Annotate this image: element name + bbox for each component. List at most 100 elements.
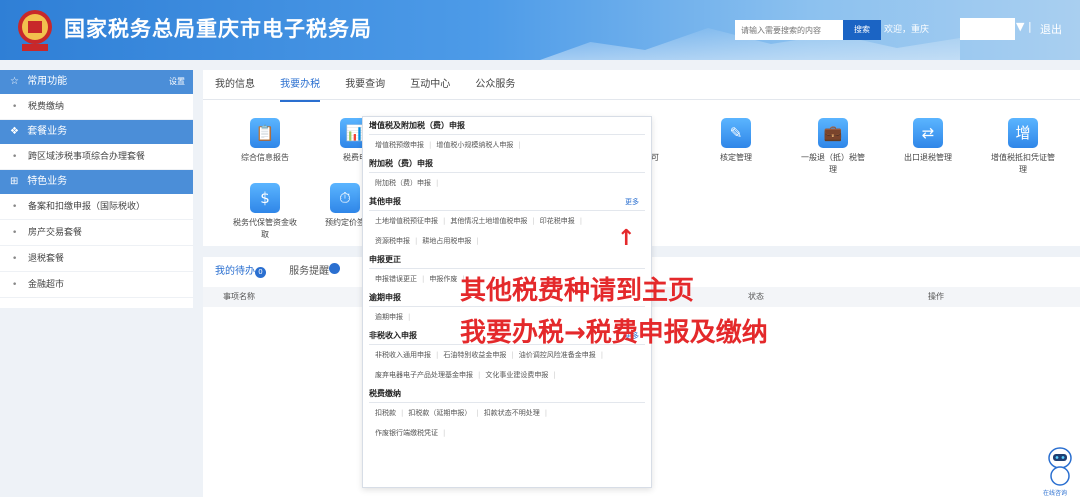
- sidebar-item-property[interactable]: • 房产交易套餐: [0, 220, 193, 246]
- menu-item[interactable]: 申报错误更正: [375, 275, 417, 283]
- online-consult-label[interactable]: 在线咨询: [1043, 488, 1067, 497]
- annotation-line-1: 其他税费种请到主页: [460, 276, 695, 306]
- menu-separator: |: [478, 371, 481, 379]
- menu-item[interactable]: 非税收入通用申报: [375, 351, 431, 359]
- menu-item[interactable]: 印花税申报: [540, 217, 575, 225]
- service-assessment[interactable]: ✎ 核定管理: [701, 118, 771, 164]
- clock-icon: ⏱: [330, 183, 360, 213]
- menu-item[interactable]: 土地增值税预征申报: [375, 217, 438, 225]
- menu-item[interactable]: 文化事业建设费申报: [485, 371, 548, 379]
- sidebar-common-title: 常用功能: [27, 76, 68, 87]
- menu-separator: |: [443, 217, 446, 225]
- menu-separator: |: [408, 313, 411, 321]
- tab-do-tax[interactable]: 我要办税: [280, 70, 321, 102]
- sidebar-item-cross-region[interactable]: • 跨区域涉税事项综合办理套餐: [0, 144, 193, 170]
- logout-link[interactable]: 退出: [1040, 21, 1062, 37]
- todo-count-badge: 0: [255, 267, 266, 278]
- exchange-icon: ⇄: [913, 118, 943, 148]
- menu-item[interactable]: 扣税款: [375, 409, 396, 417]
- sidebar-common-header[interactable]: ☆ 常用功能 设置: [0, 70, 193, 94]
- sidebar-item-label: 税费缴纳: [28, 102, 65, 112]
- search-button[interactable]: 搜索: [843, 20, 881, 40]
- menu-item[interactable]: 其他情况土地增值税申报: [450, 217, 527, 225]
- menu-item[interactable]: 石油特别收益金申报: [443, 351, 506, 359]
- menu-group-title: 税费缴纳: [369, 385, 645, 403]
- tab-my-todo[interactable]: 我的待办 0: [215, 257, 266, 289]
- user-dropdown-toggle[interactable]: ▼ |: [1016, 20, 1032, 33]
- annotation-line-2: 我要办税→税费申报及缴纳: [460, 318, 768, 348]
- sidebar-special-title: 特色业务: [27, 176, 68, 187]
- menu-separator: |: [436, 179, 439, 187]
- sidebar-item-tax-payment[interactable]: • 税费缴纳: [0, 94, 193, 120]
- service-label: 一般退（抵）税管理: [801, 153, 865, 174]
- sidebar-item-label: 金融超市: [28, 280, 65, 290]
- menu-item[interactable]: 逾期申报: [375, 313, 403, 321]
- menu-item[interactable]: 增值税小规模纳税人申报: [436, 141, 513, 149]
- service-label: 核定管理: [720, 153, 752, 162]
- menu-separator: |: [544, 409, 548, 417]
- service-custody-funds[interactable]: $ 税务代保管资金收取: [230, 183, 300, 241]
- sidebar-item-finance[interactable]: • 金融超市: [0, 272, 193, 298]
- menu-item[interactable]: 增值税预缴申报: [375, 141, 424, 149]
- sidebar-item-intl-tax[interactable]: • 备案和扣缴申报（国际税收）: [0, 194, 193, 220]
- bullet-icon: •: [12, 152, 18, 162]
- menu-row: 资源税申报 | 耕地占用税申报 |: [369, 231, 645, 251]
- menu-separator: |: [600, 351, 604, 359]
- service-vat-voucher[interactable]: 增 增值税抵扣凭证管理: [988, 118, 1058, 176]
- service-info-report[interactable]: 📋 综合信息报告: [230, 118, 300, 164]
- menu-item[interactable]: 扣税款（延期申报）: [408, 409, 471, 417]
- menu-group-title: 申报更正: [369, 251, 645, 269]
- menu-separator: |: [553, 371, 556, 379]
- vat-icon: 增: [1008, 118, 1038, 148]
- tab-public-service[interactable]: 公众服务: [475, 70, 515, 100]
- tab-query[interactable]: 我要查询: [345, 70, 385, 100]
- col-action: 操作: [928, 292, 944, 301]
- menu-separator: |: [476, 237, 479, 245]
- menu-item[interactable]: 资源税申报: [375, 237, 410, 245]
- menu-more-link[interactable]: 更多: [625, 193, 639, 211]
- menu-item[interactable]: 附加税（费）申报: [375, 179, 431, 187]
- menu-item[interactable]: 废弃电器电子产品处理基金申报: [375, 371, 473, 379]
- star-icon: ☆: [10, 76, 19, 87]
- sidebar-item-label: 备案和扣缴申报（国际税收）: [28, 202, 146, 212]
- menu-item[interactable]: 扣款状态不明处理: [484, 409, 540, 417]
- service-label: 出口退税管理: [904, 153, 952, 162]
- service-export-refund[interactable]: ⇄ 出口退税管理: [893, 118, 963, 164]
- menu-group: 增值税及附加税（费）申报 增值税预缴申报 | 增值税小规模纳税人申报 |: [369, 117, 645, 155]
- menu-item[interactable]: 耕地占用税申报: [422, 237, 471, 245]
- menu-separator: |: [579, 217, 583, 225]
- menu-item[interactable]: 申报作废: [429, 275, 457, 283]
- sidebar-package-header[interactable]: ❖ 套餐业务: [0, 120, 193, 144]
- sidebar-item-label: 退税套餐: [28, 254, 65, 264]
- col-item-name: 事项名称: [223, 292, 255, 301]
- menu-row: 扣税款 | 扣税款（延期申报） | 扣款状态不明处理 |: [369, 403, 645, 423]
- menu-group: 税费缴纳 扣税款 | 扣税款（延期申报） | 扣款状态不明处理 | 作废银行端缴税凭证 |: [369, 385, 645, 443]
- menu-separator: |: [511, 351, 514, 359]
- menu-item[interactable]: 油价调控风险准备金申报: [519, 351, 596, 359]
- menu-group-title: 其他申报 更多: [369, 193, 645, 211]
- menu-separator: |: [401, 409, 404, 417]
- site-title: 国家税务总局重庆市电子税务局: [64, 17, 372, 41]
- tab-service-reminder[interactable]: 服务提醒: [289, 257, 341, 287]
- sidebar-package-title: 套餐业务: [27, 126, 68, 137]
- sidebar-settings-link[interactable]: 设置: [169, 70, 185, 94]
- tab-my-info[interactable]: 我的信息: [215, 70, 255, 100]
- service-general-refund[interactable]: 💼 一般退（抵）税管理: [798, 118, 868, 176]
- menu-item[interactable]: 作废银行端缴税凭证: [375, 429, 438, 437]
- grid-icon: ⊞: [10, 176, 19, 187]
- sidebar: ☆ 常用功能 设置 • 税费缴纳 ❖ 套餐业务 • 跨区域涉税事项综合办理套餐 ⊞ …: [0, 70, 193, 308]
- menu-row: 作废银行端缴税凭证 |: [369, 423, 645, 443]
- search-input[interactable]: [735, 20, 843, 40]
- bullet-icon: •: [12, 102, 18, 112]
- sidebar-item-refund[interactable]: • 退税套餐: [0, 246, 193, 272]
- menu-group-title: 增值税及附加税（费）申报: [369, 117, 645, 135]
- sidebar-item-label: 跨区域涉税事项综合办理套餐: [28, 152, 146, 162]
- top-header: 国家税务总局重庆市电子税务局 搜索 欢迎，重庆 ▼ | 退出: [0, 0, 1080, 60]
- service-label: 税务代保管资金收取: [233, 218, 297, 239]
- sidebar-special-header[interactable]: ⊞ 特色业务: [0, 170, 193, 194]
- user-name-redacted: [960, 18, 1015, 40]
- main-tabs: 我的信息 我要办税 我要查询 互动中心 公众服务: [203, 70, 1080, 102]
- tab-interaction[interactable]: 互动中心: [410, 70, 450, 100]
- menu-row: 附加税（费）申报 |: [369, 173, 645, 193]
- tax-emblem-icon: [18, 10, 52, 51]
